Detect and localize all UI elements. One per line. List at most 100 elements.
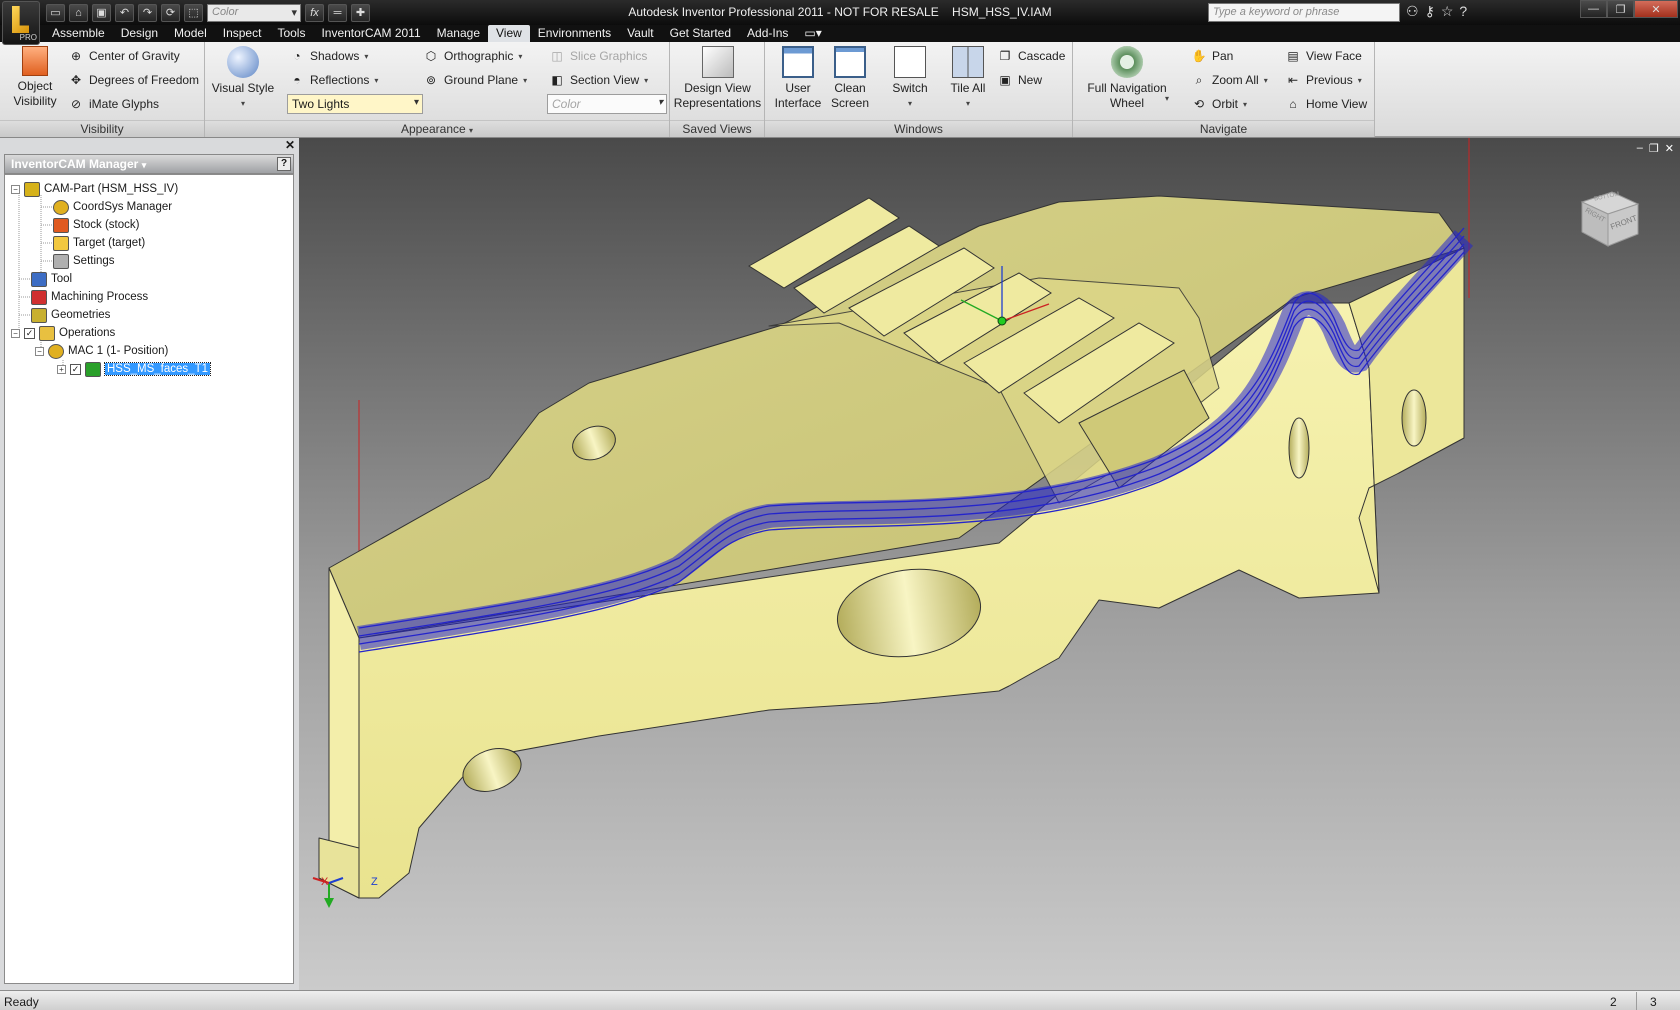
degrees-of-freedom-button[interactable]: ✥ Degrees of Freedom (68, 70, 199, 90)
browser-dropdown-icon[interactable]: ▾ (142, 160, 147, 170)
lighting-combo[interactable]: Two Lights (287, 94, 423, 114)
restore-icon[interactable]: ❐ (1607, 0, 1634, 18)
design-view-icon (701, 46, 734, 78)
tab-assemble[interactable]: Assemble (44, 25, 113, 42)
center-of-gravity-button[interactable]: ⊕ Center of Gravity (68, 46, 180, 66)
tile-all-button[interactable]: Tile All ▾ (943, 46, 993, 111)
select-icon[interactable]: ⬚ (184, 3, 203, 22)
reflections-button[interactable]: ◓ Reflections ▾ (289, 70, 378, 90)
pan-button[interactable]: ✋ Pan (1191, 46, 1234, 66)
view-face-icon: ▤ (1287, 49, 1299, 63)
fx-icon[interactable]: fx (305, 3, 324, 22)
view-face-label: View Face (1306, 49, 1362, 63)
color-override-combo[interactable]: Color (547, 94, 667, 114)
full-navigation-wheel-button[interactable]: Full Navigation Wheel (1077, 46, 1177, 111)
tab-inspect[interactable]: Inspect (215, 25, 270, 42)
open-folder-icon[interactable]: ⌂ (69, 3, 88, 22)
graphics-window[interactable]: X Z – ❐ ✕ FRONT RIGHT BOTTOM (299, 138, 1680, 990)
tab-model[interactable]: Model (166, 25, 215, 42)
new-window-button[interactable]: ▣ New (997, 70, 1042, 90)
visual-style-button[interactable]: Visual Style ▾ (211, 46, 275, 111)
key-icon[interactable]: ⚷ (1425, 3, 1435, 20)
clean-screen-label: Clean Screen (830, 81, 870, 110)
vp-close-icon[interactable]: ✕ (1665, 142, 1674, 155)
redo-icon[interactable]: ↷ (138, 3, 157, 22)
color-combo[interactable]: Color (207, 3, 301, 22)
minimize-icon[interactable]: — (1580, 0, 1607, 18)
pan-icon: ✋ (1191, 49, 1207, 63)
section-view-button[interactable]: ◧ Section View ▾ (549, 70, 648, 90)
application-menu-button[interactable]: PRO (2, 1, 40, 45)
tab-add-ins[interactable]: Add-Ins (739, 25, 796, 42)
shadows-button[interactable]: ◔ Shadows ▾ (289, 46, 368, 66)
collapse-icon[interactable]: − (35, 346, 44, 356)
browser-help-icon[interactable]: ? (277, 157, 291, 171)
binoculars-icon[interactable]: ⚇ (1406, 3, 1419, 20)
close-icon[interactable]: ✕ (1634, 0, 1678, 18)
tree-node-stock[interactable]: Stock (stock) (53, 216, 139, 234)
object-visibility-button[interactable]: Object Visibility (4, 46, 66, 109)
zoom-all-button[interactable]: ⌕ Zoom All ▾ (1191, 70, 1268, 90)
tab-overflow-icon[interactable]: ▭▾ (796, 25, 829, 42)
tree-node-label: MAC 1 (1- Position) (68, 345, 169, 357)
dof-icon: ✥ (70, 73, 82, 87)
plus-icon[interactable]: ✚ (351, 3, 370, 22)
help-icon[interactable]: ? (1459, 3, 1467, 20)
tree-checkbox[interactable]: ✓ (24, 327, 35, 339)
tab-design[interactable]: Design (113, 25, 166, 42)
tree-node-settings[interactable]: Settings (53, 252, 115, 270)
tab-manage[interactable]: Manage (429, 25, 488, 42)
mac1-icon (48, 343, 64, 359)
browser-pane: ✕ InventorCAM Manager ▾ ? − CAM-Part (HSM… (0, 138, 299, 990)
status-text: Ready (4, 995, 39, 1009)
undo-icon[interactable]: ↶ (115, 3, 134, 22)
save-icon[interactable]: ▣ (92, 3, 111, 22)
appearance-panel-title: Appearance (400, 122, 466, 136)
measure-icon[interactable]: ═ (328, 3, 347, 22)
star-icon[interactable]: ☆ (1441, 3, 1454, 20)
stock-icon (53, 217, 69, 233)
home-view-button[interactable]: ⌂ Home View (1285, 94, 1367, 114)
expand-icon[interactable]: + (57, 364, 66, 374)
vp-minimize-icon[interactable]: – (1637, 142, 1643, 155)
tree-node-operations[interactable]: − ✓ Operations (11, 324, 115, 342)
operations-icon (39, 325, 55, 341)
ground-plane-icon: ⊚ (425, 73, 437, 87)
previous-view-button[interactable]: ⇤ Previous ▾ (1285, 70, 1362, 90)
tree-node-hss-ms-faces[interactable]: + ✓ HSS_MS_faces_T1 (57, 360, 211, 378)
vp-restore-icon[interactable]: ❐ (1649, 142, 1659, 155)
tree-node-mac1[interactable]: − MAC 1 (1- Position) (35, 342, 168, 360)
tab-tools[interactable]: Tools (269, 25, 313, 42)
tab-inventorcam-2011[interactable]: InventorCAM 2011 (313, 25, 428, 42)
tree-node-geometries[interactable]: Geometries (31, 306, 110, 324)
tree-node-machining-process[interactable]: Machining Process (31, 288, 148, 306)
search-input[interactable]: Type a keyword or phrase (1208, 3, 1400, 22)
tab-vault[interactable]: Vault (619, 25, 661, 42)
update-icon[interactable]: ⟳ (161, 3, 180, 22)
slice-graphics-button[interactable]: ◫ Slice Graphics (549, 46, 647, 66)
tree-node-target[interactable]: Target (target) (53, 234, 145, 252)
tree-node-tool[interactable]: Tool (31, 270, 72, 288)
tree-node-cam-part[interactable]: − CAM-Part (HSM_HSS_IV) (11, 180, 178, 198)
switch-button[interactable]: Switch ▾ (885, 46, 935, 111)
collapse-icon[interactable]: − (11, 328, 20, 338)
viewcube[interactable]: FRONT RIGHT BOTTOM (1572, 188, 1640, 248)
tab-environments[interactable]: Environments (530, 25, 619, 42)
cascade-button[interactable]: ❐ Cascade (997, 46, 1066, 66)
ground-plane-button[interactable]: ⊚ Ground Plane ▾ (423, 70, 527, 90)
orthographic-button[interactable]: ⬡ Orthographic ▾ (423, 46, 523, 66)
tab-view[interactable]: View (488, 25, 530, 42)
tree-node-coordsys[interactable]: CoordSys Manager (53, 198, 172, 216)
imate-glyphs-button[interactable]: ⊘ iMate Glyphs (68, 94, 159, 114)
user-interface-button[interactable]: User Interface (773, 46, 823, 111)
tab-get-started[interactable]: Get Started (662, 25, 739, 42)
orbit-button[interactable]: ⟲ Orbit ▾ (1191, 94, 1247, 114)
collapse-icon[interactable]: − (11, 184, 20, 194)
browser-close-icon[interactable]: ✕ (285, 138, 295, 152)
design-view-button[interactable]: Design View Representations (672, 46, 763, 111)
tree-checkbox[interactable]: ✓ (70, 363, 81, 375)
browser-header[interactable]: InventorCAM Manager ▾ ? (4, 154, 294, 174)
clean-screen-button[interactable]: Clean Screen (825, 46, 875, 111)
new-file-icon[interactable]: ▭ (46, 3, 65, 22)
view-face-button[interactable]: ▤ View Face (1285, 46, 1362, 66)
